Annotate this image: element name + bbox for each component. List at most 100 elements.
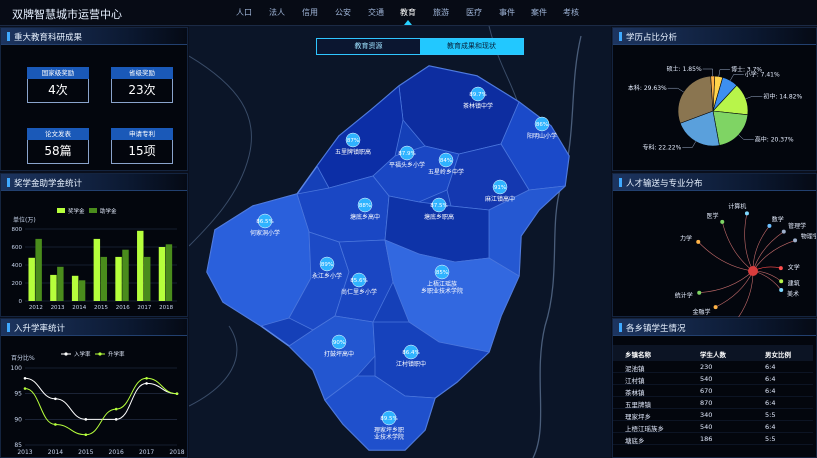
region-name: 塘底乡职高 bbox=[424, 213, 454, 221]
node-label: 美术 bbox=[787, 290, 799, 298]
bar-奖学金 bbox=[93, 238, 101, 301]
y-tick-label: 90 bbox=[14, 416, 22, 423]
panel-header: 奖学金助学金统计 bbox=[1, 174, 187, 191]
bar-助学金 bbox=[35, 238, 42, 301]
link-line bbox=[699, 270, 754, 294]
table-row[interactable]: 茶林镇 670 6:4 bbox=[613, 385, 813, 397]
table-row[interactable]: 五里牌镇 870 6:4 bbox=[613, 397, 813, 409]
series-point bbox=[114, 418, 118, 421]
node-label: 计算机 bbox=[728, 202, 746, 210]
stat-patents: 申请专利 15项 bbox=[111, 128, 173, 164]
region-name: 何家洞小学 bbox=[250, 229, 280, 237]
nav-item-population[interactable]: 人口 bbox=[236, 7, 252, 18]
tab-education-resources[interactable]: 教育资源 bbox=[317, 39, 420, 54]
pie-label: 硕士: 1.85% bbox=[667, 65, 702, 73]
node-label: 医学 bbox=[707, 212, 719, 220]
degree-pie-chart: 博士: 3.7%小学: 7.41%初中: 14.82%高中: 20.37%专科:… bbox=[628, 65, 803, 152]
nav-item-education[interactable]: 教育 bbox=[400, 7, 416, 18]
panel-header: 学历占比分析 bbox=[613, 28, 816, 45]
region-pct: 85.6% bbox=[350, 278, 367, 284]
stat-value: 23次 bbox=[111, 79, 173, 103]
node-label: 文学 bbox=[788, 263, 800, 271]
panel-header: 重大教育科研成果 bbox=[1, 28, 187, 45]
nav-item-police[interactable]: 公安 bbox=[335, 7, 351, 18]
bar-奖学金 bbox=[158, 247, 166, 301]
series-point bbox=[54, 423, 57, 426]
region-name: 永江乡小学 bbox=[312, 272, 342, 280]
pie-leader-line bbox=[702, 68, 713, 77]
panel-title: 入升学率统计 bbox=[14, 324, 66, 334]
table-header: 乡镇名称 学生人数 男女比例 bbox=[613, 345, 813, 361]
link-line bbox=[721, 221, 754, 272]
scholarship-bar-chart: 单位(万) 0 200 400 600 800 2012 2013 2014 2015 2016 20… bbox=[12, 207, 177, 311]
table-row[interactable]: 塘底乡 186 5:5 bbox=[613, 433, 813, 445]
region-pct: 88% bbox=[359, 203, 371, 209]
series-point bbox=[84, 433, 88, 437]
series-line-入学率 bbox=[24, 377, 178, 420]
link-line bbox=[744, 213, 754, 272]
node-dot bbox=[778, 266, 783, 271]
region-name: 平福头乡小学 bbox=[389, 161, 425, 169]
node-label: 管理学 bbox=[788, 222, 806, 230]
nav-item-tourism[interactable]: 旅游 bbox=[433, 7, 449, 18]
region-name: 业技术学院 bbox=[374, 433, 404, 441]
pie-leader-line bbox=[738, 134, 754, 140]
bar-助学金 bbox=[78, 280, 86, 301]
research-panel: 重大教育科研成果 国家级奖励 4次 省级奖励 23次 论文发表 58篇 申请专利… bbox=[0, 27, 188, 171]
nav-item-events[interactable]: 事件 bbox=[499, 7, 515, 18]
pie-label: 本科: 29.63% bbox=[628, 84, 667, 92]
x-tick-label: 2018 bbox=[159, 305, 173, 311]
y-tick-label: 600 bbox=[12, 245, 23, 251]
panel-title: 重大教育科研成果 bbox=[14, 33, 83, 43]
region-name: 阳明山小学 bbox=[527, 132, 557, 140]
table-row[interactable]: 上梧江瑶族乡 540 6:4 bbox=[613, 421, 813, 433]
node-dot bbox=[767, 223, 772, 228]
region-name: 五星岭乡中学 bbox=[428, 168, 464, 176]
table-row[interactable]: 江村镇 540 6:4 bbox=[613, 373, 813, 385]
nav-item-traffic[interactable]: 交通 bbox=[368, 7, 384, 18]
bar-助学金 bbox=[122, 249, 129, 301]
region-pct: 87.9% bbox=[398, 151, 415, 157]
y-tick-label: 800 bbox=[12, 227, 23, 233]
admission-panel: 入升学率统计 百分比% 85 90 95 100 2013 2014 2015 2016 2017… bbox=[0, 318, 188, 458]
region-pct: 89% bbox=[321, 262, 333, 268]
nav-item-medical[interactable]: 医疗 bbox=[466, 7, 482, 18]
stat-label: 申请专利 bbox=[111, 128, 173, 140]
region-pct: 90% bbox=[333, 340, 345, 346]
series-point bbox=[145, 382, 148, 385]
stat-provincial-awards: 省级奖励 23次 bbox=[111, 67, 173, 103]
table-row[interactable]: 泥池镇 230 6:4 bbox=[613, 361, 813, 373]
region-name: 上梧江瑶族 bbox=[427, 280, 457, 288]
bar-助学金 bbox=[57, 266, 64, 301]
y-tick-label: 400 bbox=[12, 263, 23, 269]
series-point bbox=[145, 376, 148, 380]
pie-leader-line bbox=[682, 141, 696, 148]
legend-label: 入学率 bbox=[74, 350, 91, 358]
nav-active-indicator bbox=[404, 20, 412, 25]
series-point bbox=[114, 407, 118, 411]
nav-item-credit[interactable]: 信用 bbox=[302, 7, 318, 18]
y-axis-title: 百分比% bbox=[11, 354, 35, 362]
x-tick-label: 2015 bbox=[94, 305, 108, 311]
node-dot bbox=[697, 290, 702, 295]
tab-education-results[interactable]: 教育成果和现状 bbox=[420, 39, 523, 54]
panel-title: 人才输送与专业分布 bbox=[626, 179, 703, 189]
link-line bbox=[698, 241, 754, 272]
x-tick-label: 2016 bbox=[109, 449, 124, 456]
link-line bbox=[752, 270, 782, 291]
nav-item-legal-entity[interactable]: 法人 bbox=[269, 7, 285, 18]
region-name: 麻江镇高中 bbox=[485, 195, 515, 203]
students-table: 乡镇名称 学生人数 男女比例 泥池镇 230 6:4 江村镇 540 6:4 茶林镇 67… bbox=[613, 345, 813, 445]
degree-panel: 学历占比分析 博士: 3.7% 小学: 7.41% 初中: 14.82% 高中: 20… bbox=[612, 27, 817, 171]
panel-title: 各乡镇学生情况 bbox=[626, 324, 686, 334]
nav-item-cases[interactable]: 案件 bbox=[531, 7, 547, 18]
talent-panel: 人才输送与专业分布 计算机数学管理学物理学力学医学文学建筑美术统计学金融学电子工… bbox=[612, 173, 817, 317]
nav-item-assessment[interactable]: 考核 bbox=[563, 7, 579, 18]
table-row[interactable]: 理家坪乡 340 5:5 bbox=[613, 409, 813, 421]
region-name: 打鼓坪高中 bbox=[324, 350, 354, 358]
series-point bbox=[175, 392, 179, 395]
x-tick-label: 2013 bbox=[17, 449, 32, 456]
legend-label: 升学率 bbox=[108, 350, 125, 358]
node-dot bbox=[744, 211, 749, 216]
y-tick-label: 95 bbox=[14, 391, 22, 398]
